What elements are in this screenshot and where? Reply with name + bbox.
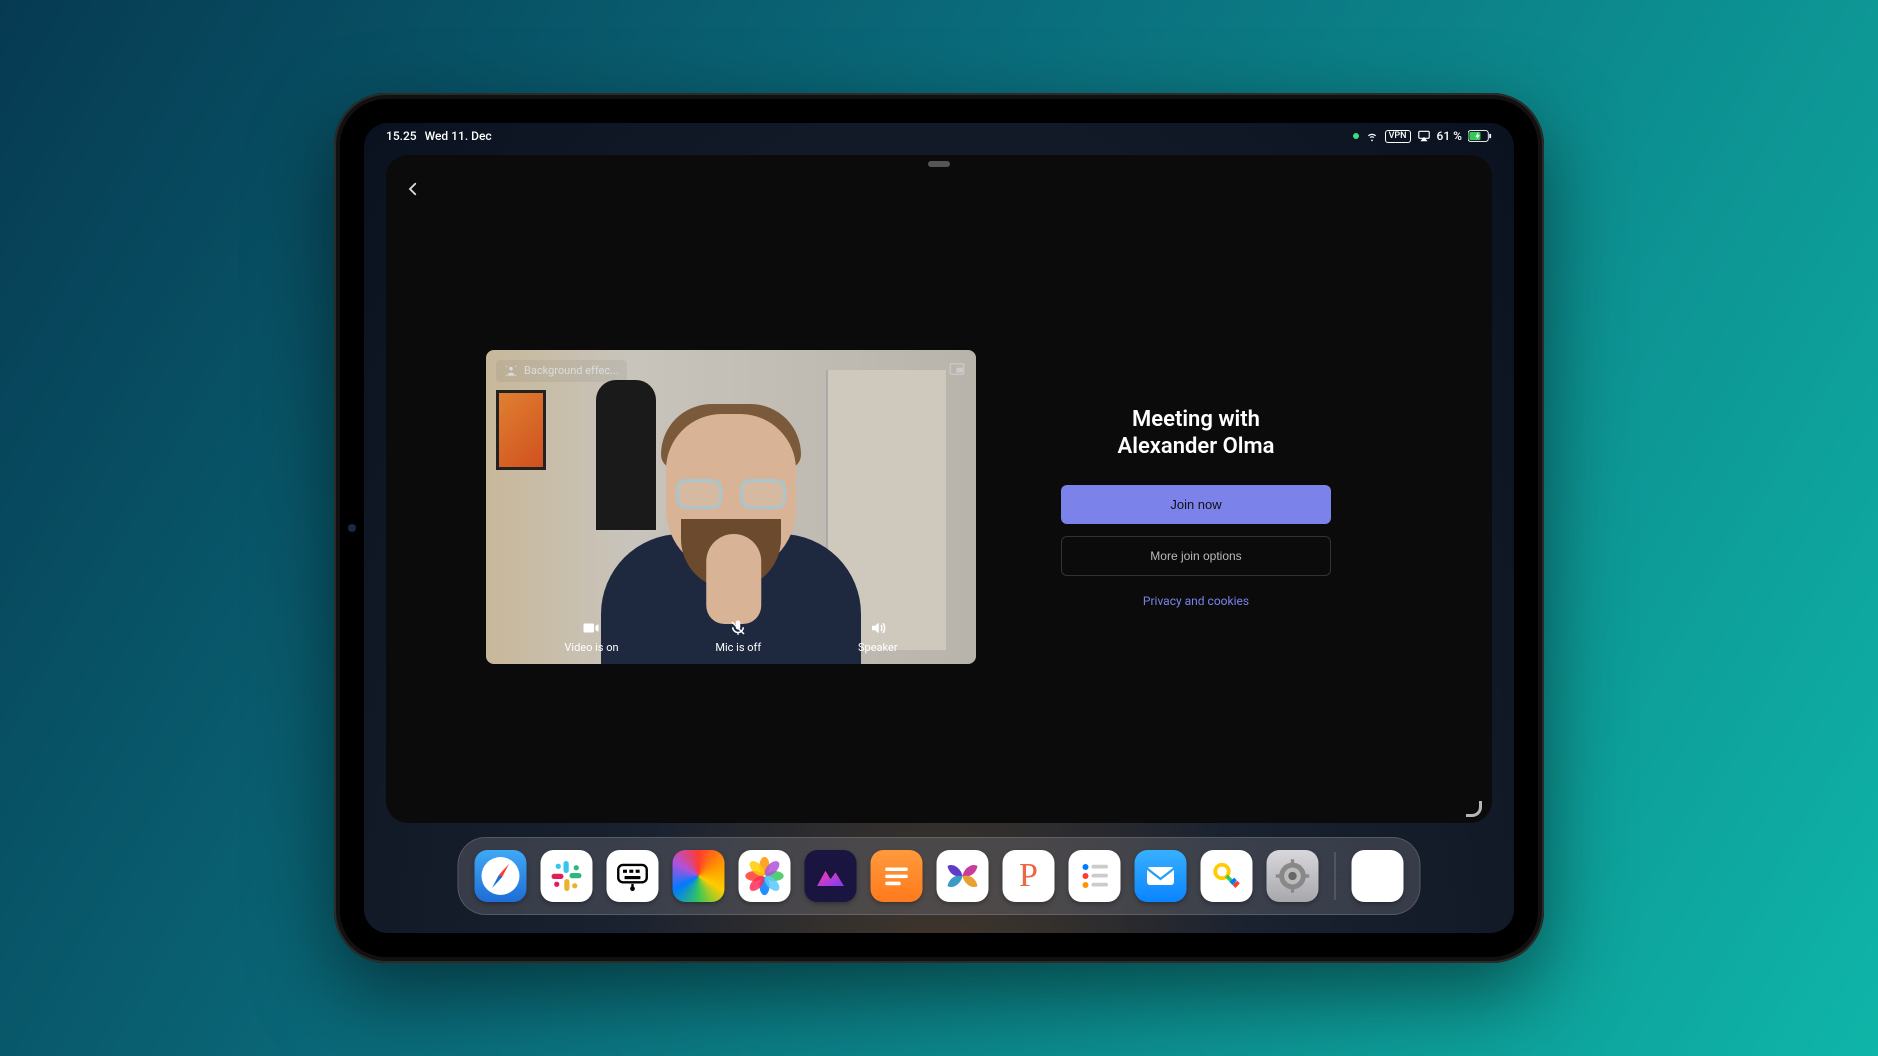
dock-app-mail[interactable]: [1135, 850, 1187, 902]
pip-icon: [948, 360, 966, 378]
airplay-icon: [1417, 129, 1431, 143]
battery-icon: [1468, 130, 1492, 142]
reminders-icon: [1077, 858, 1113, 894]
dock-app-luminar[interactable]: [805, 850, 857, 902]
dock-app-passwords[interactable]: [1201, 850, 1253, 902]
photos-icon: [745, 856, 785, 896]
battery-percentage: 61 %: [1437, 129, 1462, 143]
wifi-icon: [1365, 129, 1379, 143]
vpn-indicator: VPN: [1385, 130, 1411, 143]
meeting-title: Meeting with Alexander Olma: [1118, 406, 1275, 461]
background-effects-button[interactable]: Background effec...: [496, 360, 627, 382]
mic-toggle[interactable]: Mic is off: [715, 619, 761, 654]
camera-preview: Background effec... Video is on Mic is o…: [486, 350, 976, 664]
status-time: 15.25: [386, 129, 417, 143]
dock: P: [458, 837, 1421, 915]
background-effects-label: Background effec...: [524, 364, 619, 377]
dock-app-slack[interactable]: [541, 850, 593, 902]
dock-app-color-wheel[interactable]: [673, 850, 725, 902]
dock-separator: [1335, 852, 1336, 900]
speaker-toggle-label: Speaker: [858, 641, 898, 654]
video-toggle[interactable]: Video is on: [564, 619, 618, 654]
join-panel: Meeting with Alexander Olma Join now Mor…: [1036, 406, 1356, 608]
background-effects-icon: [504, 364, 518, 378]
dock-app-safari[interactable]: [475, 850, 527, 902]
settings-gear-icon: [1273, 856, 1313, 896]
speaker-toggle[interactable]: Speaker: [858, 619, 898, 654]
back-button[interactable]: [404, 179, 432, 204]
speaker-icon: [869, 619, 887, 637]
preview-wall-art: [496, 390, 546, 470]
status-bar: 15.25 Wed 11. Dec VPN 61 %: [364, 123, 1514, 149]
mic-off-icon: [729, 619, 747, 637]
notes-lines-icon: [880, 859, 914, 893]
butterfly-icon: [943, 856, 983, 896]
join-now-button[interactable]: Join now: [1061, 485, 1331, 524]
pip-button[interactable]: [948, 360, 966, 382]
dock-app-butterfly[interactable]: [937, 850, 989, 902]
video-icon: [582, 619, 600, 637]
more-join-options-button[interactable]: More join options: [1061, 536, 1331, 576]
dock-app-notes[interactable]: [871, 850, 923, 902]
dock-recent-apps[interactable]: [1352, 850, 1404, 902]
video-toggle-label: Video is on: [564, 641, 618, 654]
camera-in-use-indicator: [1353, 133, 1359, 139]
luminar-icon: [811, 856, 851, 896]
window-multitask-handle[interactable]: [386, 155, 1492, 173]
dock-app-reminders[interactable]: [1069, 850, 1121, 902]
dock-app-keyboard[interactable]: [607, 850, 659, 902]
status-date: Wed 11. Dec: [425, 129, 492, 143]
mail-icon: [1143, 858, 1179, 894]
dock-app-settings[interactable]: [1267, 850, 1319, 902]
ipad-camera: [348, 524, 356, 532]
dock-app-photos[interactable]: [739, 850, 791, 902]
ipad-device-frame: 15.25 Wed 11. Dec VPN 61 %: [334, 93, 1544, 963]
teams-prejoin-window: Background effec... Video is on Mic is o…: [386, 155, 1492, 823]
mic-toggle-label: Mic is off: [715, 641, 761, 654]
dock-app-p[interactable]: P: [1003, 850, 1055, 902]
ipad-screen: 15.25 Wed 11. Dec VPN 61 %: [364, 123, 1514, 933]
slack-icon: [549, 858, 585, 894]
passwords-icon: [1209, 858, 1245, 894]
keyboard-icon: [614, 857, 652, 895]
privacy-cookies-link[interactable]: Privacy and cookies: [1143, 594, 1249, 608]
